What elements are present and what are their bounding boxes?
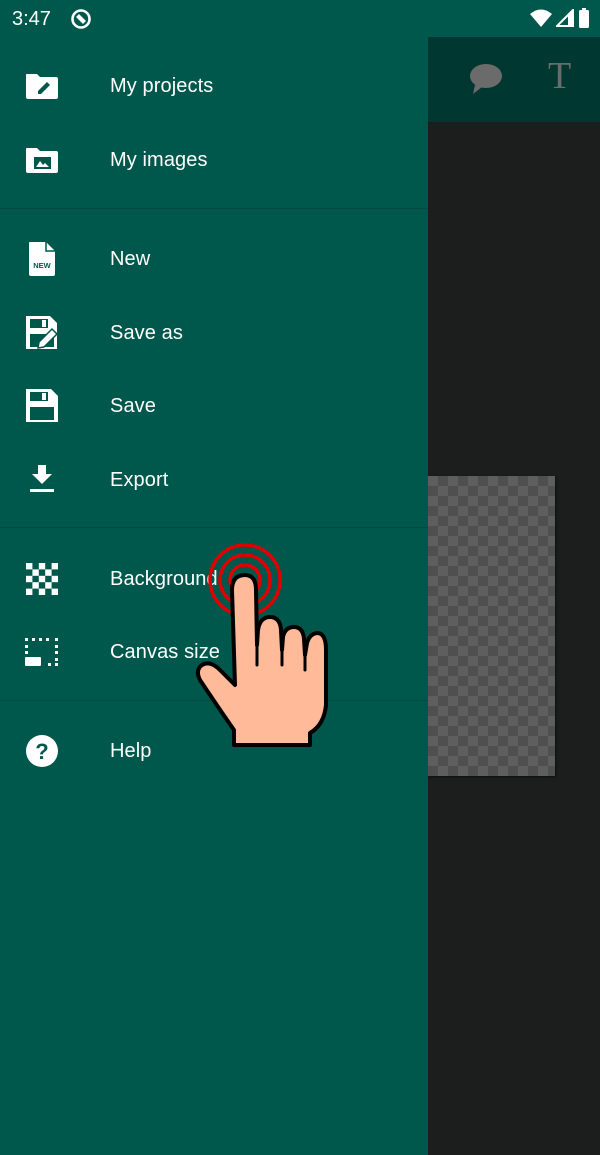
new-file-icon: NEW <box>24 241 60 277</box>
navigation-drawer: My projects My images NEW New Save as Sa… <box>0 37 428 1155</box>
cell-signal-icon <box>556 9 574 27</box>
status-bar: 3:47 <box>0 0 600 37</box>
menu-item-my-images[interactable]: My images <box>0 130 428 190</box>
menu-item-label: Save as <box>110 321 183 344</box>
menu-item-label: Background <box>110 567 218 590</box>
menu-item-label: Canvas size <box>110 640 221 663</box>
menu-item-my-projects[interactable]: My projects <box>0 56 428 116</box>
menu-item-label: Help <box>110 739 152 762</box>
divider <box>0 208 428 209</box>
status-time: 3:47 <box>12 8 51 30</box>
divider <box>0 527 428 528</box>
canvas-size-icon <box>24 634 60 670</box>
save-as-icon <box>24 315 60 351</box>
menu-item-new[interactable]: NEW New <box>0 229 428 289</box>
divider <box>0 700 428 701</box>
menu-item-canvas-size[interactable]: Canvas size <box>0 622 428 682</box>
menu-item-label: Export <box>110 468 169 491</box>
text-tool-icon[interactable]: T <box>548 57 571 95</box>
menu-item-label: Save <box>110 394 156 417</box>
new-file-icon-text: NEW <box>33 261 51 270</box>
folder-edit-icon <box>24 68 60 104</box>
save-icon <box>24 388 60 424</box>
svg-text:?: ? <box>35 739 48 764</box>
app-toolbar: T <box>428 37 600 122</box>
wifi-icon <box>530 9 552 27</box>
menu-item-label: My projects <box>110 74 214 97</box>
menu-item-help[interactable]: ? Help <box>0 721 428 781</box>
checkerboard-icon <box>24 561 60 597</box>
menu-item-background[interactable]: Background <box>0 549 428 609</box>
folder-image-icon <box>24 142 60 178</box>
help-icon: ? <box>24 733 60 769</box>
menu-item-save[interactable]: Save <box>0 376 428 436</box>
menu-item-label: My images <box>110 148 208 171</box>
battery-icon <box>579 8 589 28</box>
menu-item-export[interactable]: Export <box>0 450 428 510</box>
comment-icon[interactable] <box>468 63 504 97</box>
menu-item-label: New <box>110 247 151 270</box>
transparent-canvas[interactable] <box>428 476 555 776</box>
download-icon <box>24 462 60 498</box>
app-notification-icon <box>71 9 91 29</box>
menu-item-save-as[interactable]: Save as <box>0 303 428 363</box>
